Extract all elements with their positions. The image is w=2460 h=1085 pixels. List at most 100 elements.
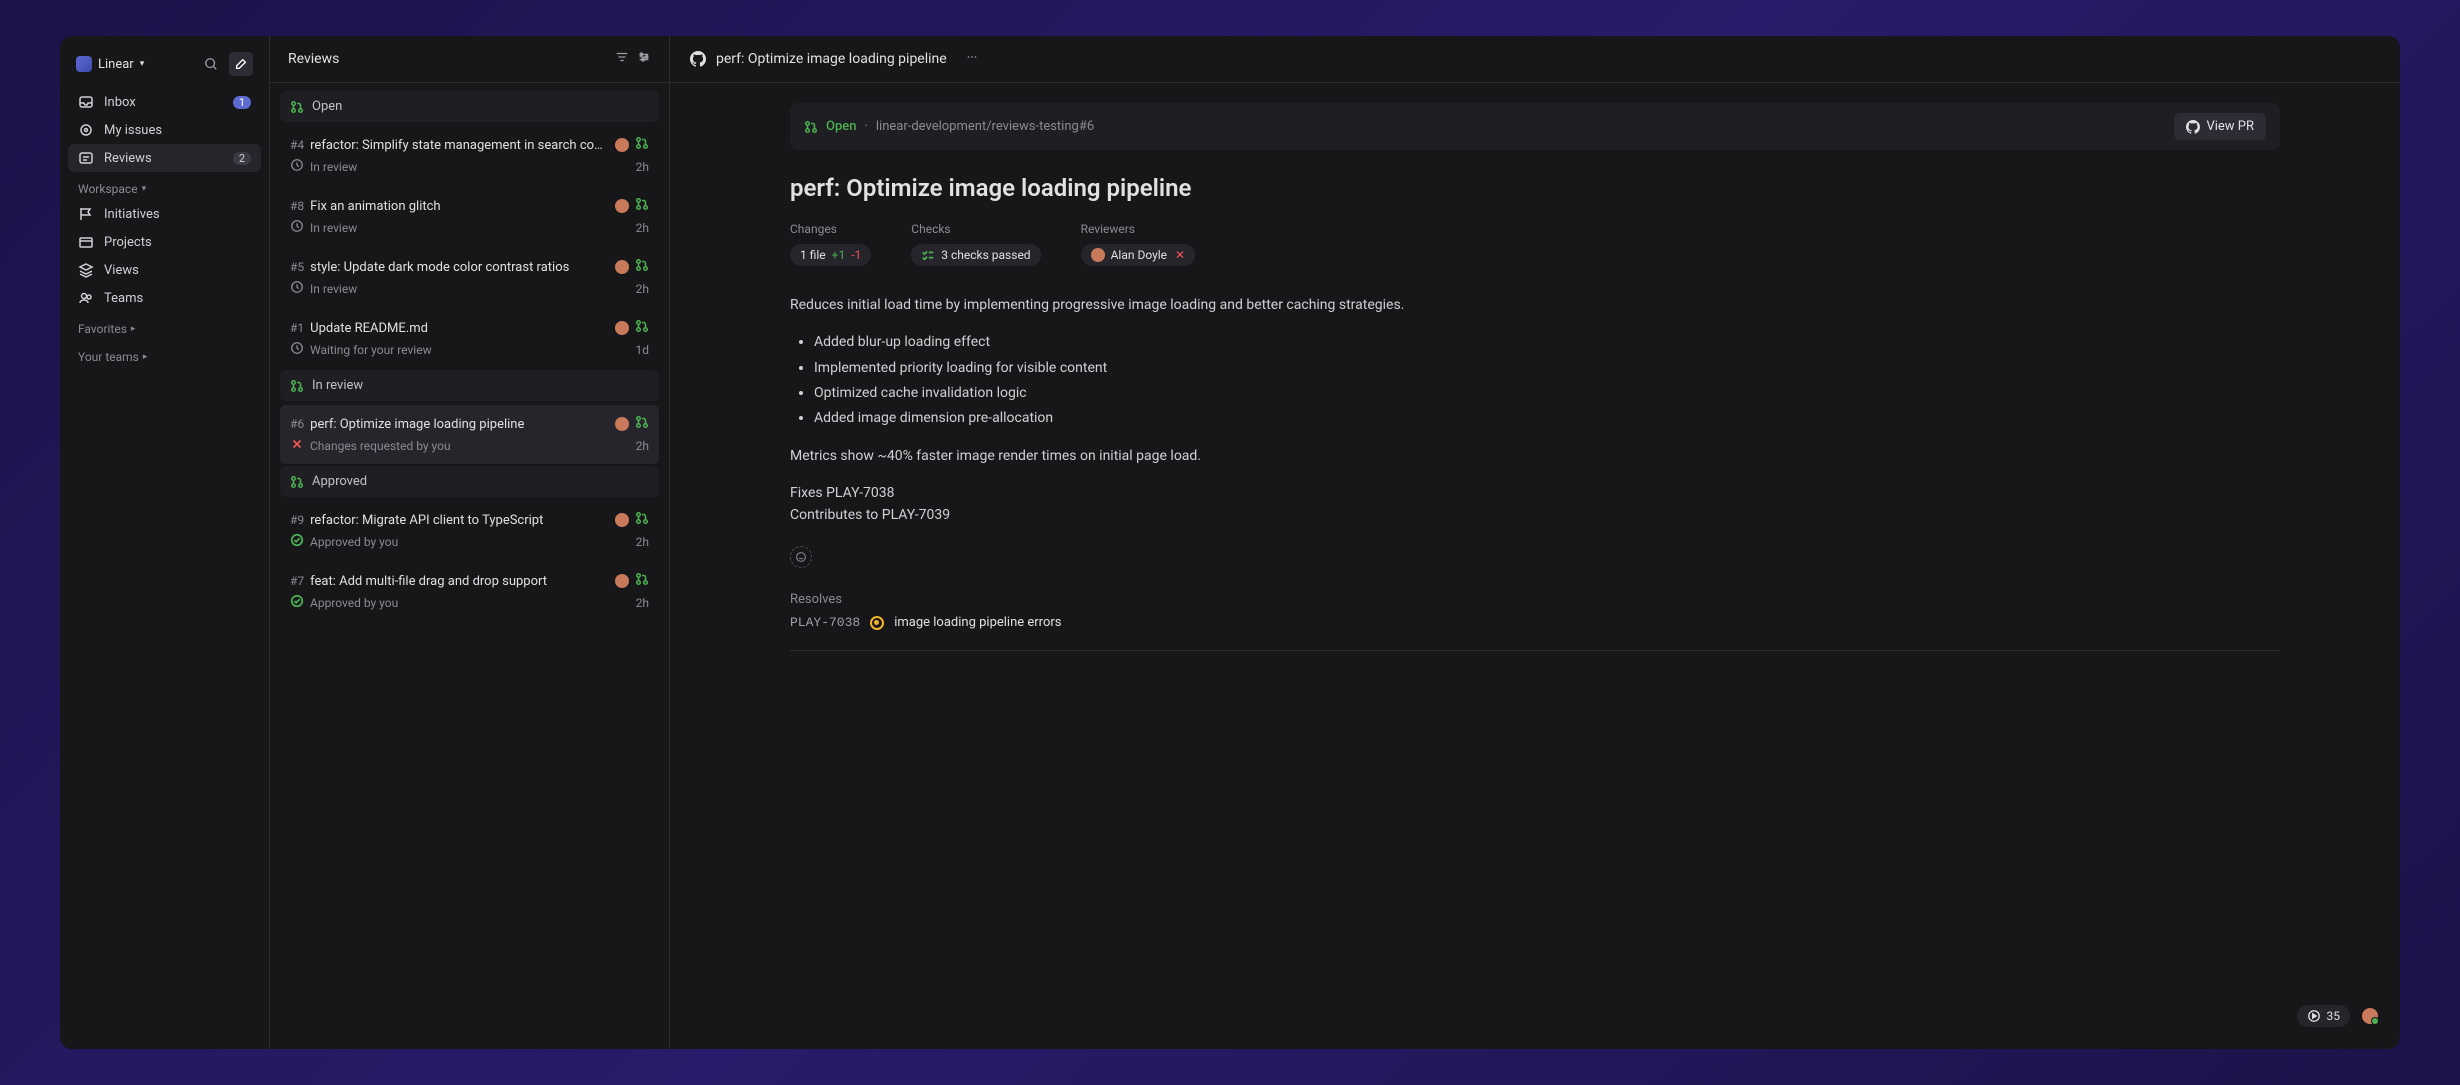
nav-projects[interactable]: Projects — [68, 228, 261, 256]
reviewer-chip[interactable]: Alan Doyle ✕ — [1081, 244, 1196, 266]
nav-label: Initiatives — [104, 207, 160, 222]
review-item[interactable]: #9refactor: Migrate API client to TypeSc… — [280, 501, 659, 560]
sidebar: Linear ▾ Inbox 1 My issues Reviews — [60, 36, 270, 1049]
users-icon — [78, 290, 94, 306]
nav-label: Inbox — [104, 95, 136, 110]
smile-plus-icon — [794, 550, 808, 564]
status-icon — [290, 594, 304, 611]
remove-reviewer-button[interactable]: ✕ — [1175, 248, 1185, 262]
section-workspace[interactable]: Workspace ▾ — [68, 172, 261, 200]
search-icon — [204, 57, 218, 71]
target-icon — [78, 122, 94, 138]
review-status: In review — [310, 282, 357, 296]
avatar — [615, 513, 629, 527]
review-item[interactable]: #4refactor: Simplify state management in… — [280, 126, 659, 185]
review-status: Approved by you — [310, 596, 398, 610]
resolves-issue[interactable]: PLAY-7038 image loading pipeline errors — [790, 615, 2280, 630]
review-status: Changes requested by you — [310, 439, 451, 453]
review-id: #7 — [290, 574, 304, 588]
checks-chip[interactable]: 3 checks passed — [911, 244, 1040, 266]
avatar — [615, 574, 629, 588]
pr-status: Open — [826, 119, 856, 134]
section-your-teams[interactable]: Your teams ▸ — [68, 340, 261, 368]
pr-repo[interactable]: linear-development/reviews-testing#6 — [876, 119, 1094, 134]
view-pr-button[interactable]: View PR — [2174, 113, 2266, 140]
nav-reviews[interactable]: Reviews 2 — [68, 144, 261, 172]
reviews-icon — [78, 150, 94, 166]
status-icon — [290, 280, 304, 297]
review-time: 2h — [636, 160, 649, 174]
review-group-header[interactable]: Approved — [280, 466, 659, 497]
avatar — [615, 417, 629, 431]
review-col-title: Reviews — [288, 51, 339, 67]
sliders-icon — [637, 50, 651, 64]
review-group-header[interactable]: Open — [280, 91, 659, 122]
review-list-column: Reviews Open #4refactor: Simplify state m… — [270, 36, 670, 1049]
pr-icon — [635, 197, 649, 215]
nav-my-issues[interactable]: My issues — [68, 116, 261, 144]
review-id: #5 — [290, 260, 304, 274]
review-group-header[interactable]: In review — [280, 370, 659, 401]
review-status: In review — [310, 221, 357, 235]
description-bullet: Added image dimension pre-allocation — [814, 406, 2280, 431]
review-time: 2h — [636, 439, 649, 453]
run-count-pill[interactable]: 35 — [2297, 1005, 2351, 1027]
chevron-down-icon: ▾ — [140, 59, 145, 69]
workspace-name: Linear — [98, 57, 134, 72]
section-favorites[interactable]: Favorites ▸ — [68, 312, 261, 340]
pr-icon — [635, 136, 649, 154]
resolves-label: Resolves — [790, 592, 2280, 607]
pr-icon — [804, 120, 818, 134]
review-id: #8 — [290, 199, 304, 213]
review-title: Update README.md — [310, 321, 609, 336]
breadcrumb-title: perf: Optimize image loading pipeline — [716, 51, 947, 67]
review-title: perf: Optimize image loading pipeline — [310, 417, 609, 432]
divider — [790, 650, 2280, 651]
chevron-down-icon: ▾ — [142, 184, 147, 194]
review-status: Approved by you — [310, 535, 398, 549]
nav-label: Views — [104, 263, 139, 278]
avatar — [615, 260, 629, 274]
avatar — [1091, 248, 1105, 262]
presence-avatar[interactable] — [2360, 1006, 2380, 1026]
nav-teams[interactable]: Teams — [68, 284, 261, 312]
chevron-right-icon: ▸ — [131, 324, 136, 334]
review-title: feat: Add multi-file drag and drop suppo… — [310, 574, 609, 589]
inbox-badge: 1 — [233, 96, 251, 109]
inbox-icon — [78, 94, 94, 110]
detail-pane: perf: Optimize image loading pipeline Op… — [670, 36, 2400, 1049]
status-in-progress-icon — [870, 616, 884, 630]
review-title: refactor: Migrate API client to TypeScri… — [310, 513, 609, 528]
review-item[interactable]: #5style: Update dark mode color contrast… — [280, 248, 659, 307]
flag-icon — [78, 206, 94, 222]
review-id: #4 — [290, 138, 304, 152]
checks-icon — [921, 248, 935, 262]
settings-button[interactable] — [637, 50, 651, 68]
changes-label: Changes — [790, 222, 871, 236]
avatar — [615, 199, 629, 213]
filter-icon — [615, 50, 629, 64]
filter-button[interactable] — [615, 50, 629, 68]
search-button[interactable] — [199, 52, 223, 76]
review-status: Waiting for your review — [310, 343, 432, 357]
nav-label: Teams — [104, 291, 143, 306]
nav-initiatives[interactable]: Initiatives — [68, 200, 261, 228]
nav-label: Projects — [104, 235, 152, 250]
avatar — [615, 138, 629, 152]
review-time: 2h — [636, 282, 649, 296]
nav-views[interactable]: Views — [68, 256, 261, 284]
add-reaction-button[interactable] — [790, 546, 812, 568]
review-item[interactable]: #1Update README.mdWaiting for your revie… — [280, 309, 659, 368]
layers-icon — [78, 262, 94, 278]
more-button[interactable] — [965, 50, 979, 68]
nav-inbox[interactable]: Inbox 1 — [68, 88, 261, 116]
workspace-switcher[interactable]: Linear ▾ — [76, 56, 144, 72]
review-item[interactable]: #6perf: Optimize image loading pipelineC… — [280, 405, 659, 464]
changes-chip[interactable]: 1 file +1 -1 — [790, 244, 871, 266]
avatar — [615, 321, 629, 335]
review-item[interactable]: #7 feat: Add multi-file drag and drop sup… — [280, 562, 659, 621]
review-time: 2h — [636, 221, 649, 235]
nav-label: My issues — [104, 123, 162, 138]
review-item[interactable]: #8Fix an animation glitchIn review2h — [280, 187, 659, 246]
compose-button[interactable] — [229, 52, 253, 76]
